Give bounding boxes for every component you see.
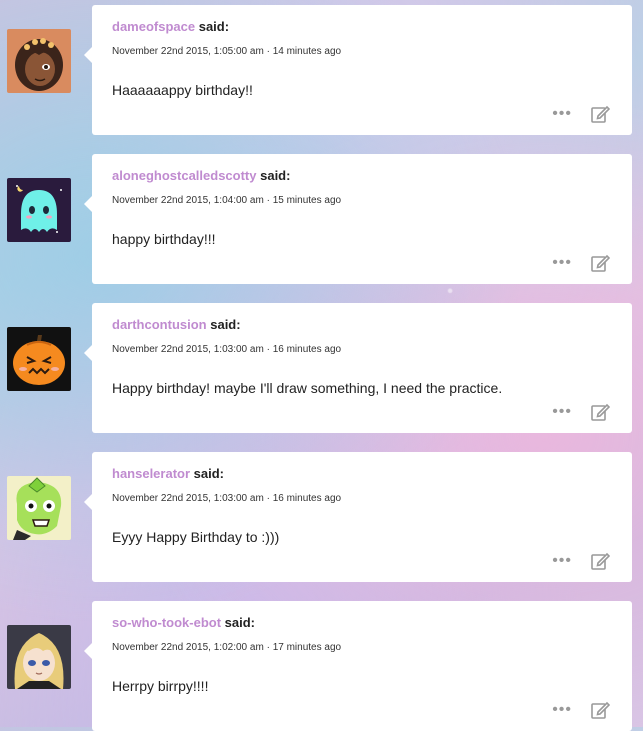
avatar[interactable] [7,625,71,689]
said-label: said: [198,19,230,34]
comment-item: darthcontusion said: November 22nd 2015,… [0,303,643,433]
edit-icon[interactable] [590,700,610,720]
more-options-icon[interactable]: ••• [552,553,572,569]
comment-item: dameofspace said: November 22nd 2015, 1:… [0,5,643,135]
comment-meta: November 22nd 2015, 1:03:00 am · 16 minu… [112,344,341,355]
said-label: said: [260,168,291,183]
comment-text: Happy birthday! maybe I'll draw somethin… [112,380,503,396]
dark-haired-character-avatar-icon [7,29,71,93]
meta-separator: · [266,344,270,355]
avatar[interactable] [7,476,71,540]
comment-item: so-who-took-ebot said: November 22nd 201… [0,601,643,731]
green-character-avatar-icon [7,476,71,540]
username-link[interactable]: hanselerator [112,466,190,481]
comment-text: Herrpy birrpy!!!! [112,678,209,694]
comment-card: hanselerator said: November 22nd 2015, 1… [84,452,632,582]
cyan-ghost-avatar-icon [7,178,71,242]
username-link[interactable]: darthcontusion [112,317,207,332]
more-options-icon[interactable]: ••• [552,702,572,718]
comment-header: aloneghostcalledscotty said: [112,168,290,183]
username-link[interactable]: so-who-took-ebot [112,615,221,630]
more-options-icon[interactable]: ••• [552,404,572,420]
comment-time-ago: 14 minutes ago [272,46,342,57]
more-options-icon[interactable]: ••• [552,255,572,271]
comment-actions: ••• [552,253,610,273]
edit-icon[interactable] [590,104,610,124]
comment-card: dameofspace said: November 22nd 2015, 1:… [84,5,632,135]
avatar[interactable] [7,29,71,93]
comment-header: hanselerator said: [112,466,224,481]
edit-icon[interactable] [590,551,610,571]
comment-date: November 22nd 2015, 1:03:00 am [112,493,264,504]
comment-meta: November 22nd 2015, 1:04:00 am · 15 minu… [112,195,341,206]
blonde-character-avatar-icon [7,625,71,689]
comment-time-ago: 16 minutes ago [272,493,342,504]
more-options-icon[interactable]: ••• [552,106,572,122]
username-link[interactable]: aloneghostcalledscotty [112,168,256,183]
comment-card: darthcontusion said: November 22nd 2015,… [84,303,632,433]
comment-time-ago: 15 minutes ago [272,195,342,206]
edit-icon[interactable] [590,253,610,273]
meta-separator: · [266,195,270,206]
comment-actions: ••• [552,402,610,422]
comment-time-ago: 16 minutes ago [272,344,342,355]
meta-separator: · [266,642,270,653]
comment-date: November 22nd 2015, 1:03:00 am [112,344,264,355]
said-label: said: [210,317,241,332]
comment-date: November 22nd 2015, 1:02:00 am [112,642,264,653]
meta-separator: · [266,46,270,57]
comment-item: aloneghostcalledscotty said: November 22… [0,154,643,284]
comment-text: Eyyy Happy Birthday to :))) [112,529,280,545]
comment-card: aloneghostcalledscotty said: November 22… [84,154,632,284]
orange-pumpkin-avatar-icon [7,327,71,391]
avatar[interactable] [7,178,71,242]
comment-meta: November 22nd 2015, 1:05:00 am · 14 minu… [112,46,341,57]
comment-item: hanselerator said: November 22nd 2015, 1… [0,452,643,582]
comment-meta: November 22nd 2015, 1:02:00 am · 17 minu… [112,642,341,653]
username-link[interactable]: dameofspace [112,19,195,34]
comment-actions: ••• [552,104,610,124]
avatar[interactable] [7,327,71,391]
said-label: said: [193,466,225,481]
comment-date: November 22nd 2015, 1:04:00 am [112,195,264,206]
edit-icon[interactable] [590,402,610,422]
meta-separator: · [266,493,270,504]
said-label: said: [224,615,256,630]
comment-card: so-who-took-ebot said: November 22nd 201… [84,601,632,731]
comment-text: happy birthday!!! [112,231,216,247]
comment-actions: ••• [552,700,610,720]
comment-header: darthcontusion said: [112,317,241,332]
comment-time-ago: 17 minutes ago [272,642,342,653]
comment-text: Haaaaaappy birthday!! [112,82,253,98]
comment-actions: ••• [552,551,610,571]
comment-meta: November 22nd 2015, 1:03:00 am · 16 minu… [112,493,341,504]
comment-header: dameofspace said: [112,19,229,34]
comment-date: November 22nd 2015, 1:05:00 am [112,46,264,57]
comment-header: so-who-took-ebot said: [112,615,255,630]
